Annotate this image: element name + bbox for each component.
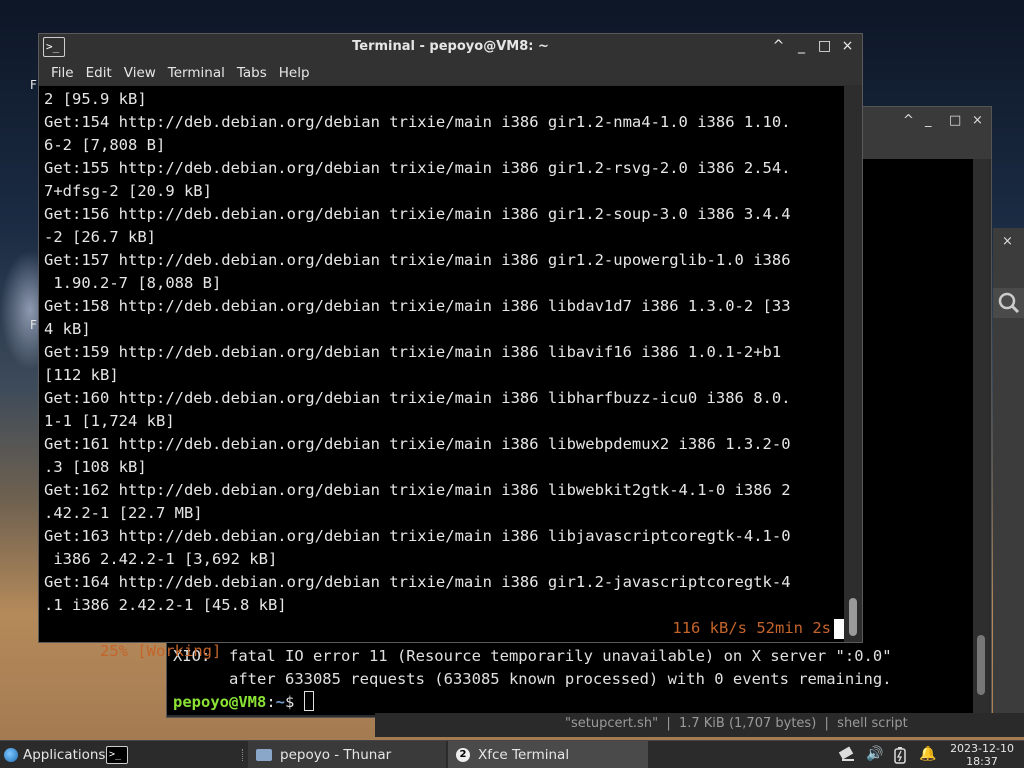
- window-label: Xfce Terminal: [478, 747, 570, 763]
- close-icon[interactable]: ×: [1002, 234, 1013, 249]
- menu-terminal[interactable]: Terminal: [162, 61, 231, 85]
- output-line: .1 i386 2.42.2-1 [45.8 kB]: [44, 596, 287, 614]
- shade-button[interactable]: ^: [903, 113, 914, 128]
- prompt-path: ~: [275, 693, 286, 711]
- output-line: 6-2 [7,808 B]: [44, 136, 166, 154]
- menu-tabs[interactable]: Tabs: [231, 61, 273, 85]
- output-line: Get:163 http://deb.debian.org/debian tri…: [44, 527, 791, 545]
- download-speed: 116 kB/s 52min 2s: [672, 619, 831, 637]
- shell-prompt[interactable]: pepoyo@VM8:~$: [173, 691, 892, 714]
- menu-edit[interactable]: Edit: [80, 61, 118, 85]
- desktop-icon-label[interactable]: F: [30, 78, 37, 92]
- prompt-separator: :: [266, 693, 276, 711]
- output-line: XIO: fatal IO error 11 (Resource tempora…: [173, 647, 892, 665]
- text-cursor: [303, 691, 314, 711]
- output-line: Get:158 http://deb.debian.org/debian tri…: [44, 297, 791, 315]
- output-line: Get:157 http://deb.debian.org/debian tri…: [44, 251, 791, 269]
- search-icon[interactable]: [993, 288, 1024, 318]
- scrollbar-thumb[interactable]: [849, 598, 857, 636]
- terminal-scrollbar[interactable]: [844, 86, 862, 642]
- shade-button[interactable]: ^: [772, 38, 785, 54]
- minimize-button[interactable]: _: [925, 113, 932, 128]
- terminal-icon: >_: [106, 746, 128, 764]
- window-title: Terminal - pepoyo@VM8: ~: [352, 39, 549, 54]
- window-count-badge: 2: [456, 748, 470, 762]
- clock[interactable]: 2023-12-10 18:37: [950, 742, 1014, 768]
- back-terminal-text: XIO: fatal IO error 11 (Resource tempora…: [173, 645, 892, 714]
- terminal-titlebar[interactable]: >_ Terminal - pepoyo@VM8: ~ ^ _ □ ×: [39, 34, 862, 61]
- terminal-window[interactable]: >_ Terminal - pepoyo@VM8: ~ ^ _ □ × File…: [38, 33, 863, 660]
- editor-status-bar: "setupcert.sh" | 1.7 KiB (1,707 bytes) |…: [375, 713, 1024, 737]
- folder-icon: [256, 749, 272, 761]
- notifications-icon[interactable]: 🔔: [919, 746, 936, 762]
- output-line: .42.2-1 [22.7 MB]: [44, 504, 203, 522]
- menu-help[interactable]: Help: [273, 61, 316, 85]
- menu-bar: File Edit View Terminal Tabs Help: [39, 61, 862, 85]
- menu-file[interactable]: File: [45, 61, 80, 85]
- output-line: Get:161 http://deb.debian.org/debian tri…: [44, 435, 791, 453]
- window-label: pepoyo - Thunar: [280, 747, 392, 763]
- taskbar-window-terminal[interactable]: 2 Xfce Terminal: [448, 741, 648, 768]
- output-line: -2 [26.7 kB]: [44, 228, 156, 246]
- applications-label: Applications: [23, 747, 106, 763]
- maximize-button[interactable]: □: [818, 38, 831, 54]
- clock-time: 18:37: [966, 755, 998, 768]
- output-line: [112 kB]: [44, 366, 119, 384]
- terminal-launcher[interactable]: >_: [106, 741, 128, 768]
- close-button[interactable]: ×: [972, 113, 983, 128]
- output-line: 1.90.2-7 [8,088 B]: [44, 274, 222, 292]
- output-line: 7+dfsg-2 [20.9 kB]: [44, 182, 212, 200]
- back-terminal-scrollbar[interactable]: [973, 159, 989, 715]
- output-line: Get:162 http://deb.debian.org/debian tri…: [44, 481, 791, 499]
- taskbar-window-thunar[interactable]: pepoyo - Thunar: [248, 741, 446, 768]
- menu-view[interactable]: View: [118, 61, 162, 85]
- battery-icon[interactable]: [893, 746, 907, 768]
- output-line: 4 kB]: [44, 320, 91, 338]
- progress-status: 25% [Working]: [100, 642, 222, 660]
- taskbar: Applications >_ pepoyo - Thunar 2 Xfce T…: [0, 740, 1024, 768]
- volume-icon[interactable]: 🔊: [866, 746, 883, 762]
- output-line: i386 2.42.2-1 [3,692 kB]: [44, 550, 278, 568]
- output-line: 1-1 [1,724 kB]: [44, 412, 175, 430]
- maximize-button[interactable]: □: [949, 113, 961, 128]
- prompt-user-host: pepoyo@VM8: [173, 693, 267, 711]
- clock-date: 2023-12-10: [950, 742, 1014, 755]
- output-line: Get:164 http://deb.debian.org/debian tri…: [44, 573, 791, 591]
- side-dialog[interactable]: ×: [993, 228, 1024, 718]
- output-line: Get:160 http://deb.debian.org/debian tri…: [44, 389, 791, 407]
- output-line: Get:159 http://deb.debian.org/debian tri…: [44, 343, 782, 361]
- separator: [242, 749, 244, 761]
- minimize-button[interactable]: _: [795, 38, 808, 54]
- output-line: Get:154 http://deb.debian.org/debian tri…: [44, 113, 791, 131]
- output-line: after 633085 requests (633085 known proc…: [173, 670, 892, 688]
- desktop-icon-label[interactable]: F: [30, 318, 37, 332]
- output-line: Get:156 http://deb.debian.org/debian tri…: [44, 205, 791, 223]
- applications-menu-button[interactable]: Applications: [4, 741, 105, 768]
- scrollbar-thumb[interactable]: [977, 635, 985, 695]
- applications-icon: [4, 748, 18, 762]
- output-line: Get:155 http://deb.debian.org/debian tri…: [44, 159, 791, 177]
- terminal-output[interactable]: 2 [95.9 kB] Get:154 http://deb.debian.or…: [39, 86, 845, 660]
- output-line: 2 [95.9 kB]: [44, 90, 147, 108]
- apt-progress-line: 25% [Working] 116 kB/s 52min 2s: [44, 617, 845, 660]
- output-line: .3 [108 kB]: [44, 458, 147, 476]
- network-icon[interactable]: [838, 746, 856, 766]
- prompt-symbol: $: [285, 693, 304, 711]
- close-button[interactable]: ×: [841, 38, 854, 54]
